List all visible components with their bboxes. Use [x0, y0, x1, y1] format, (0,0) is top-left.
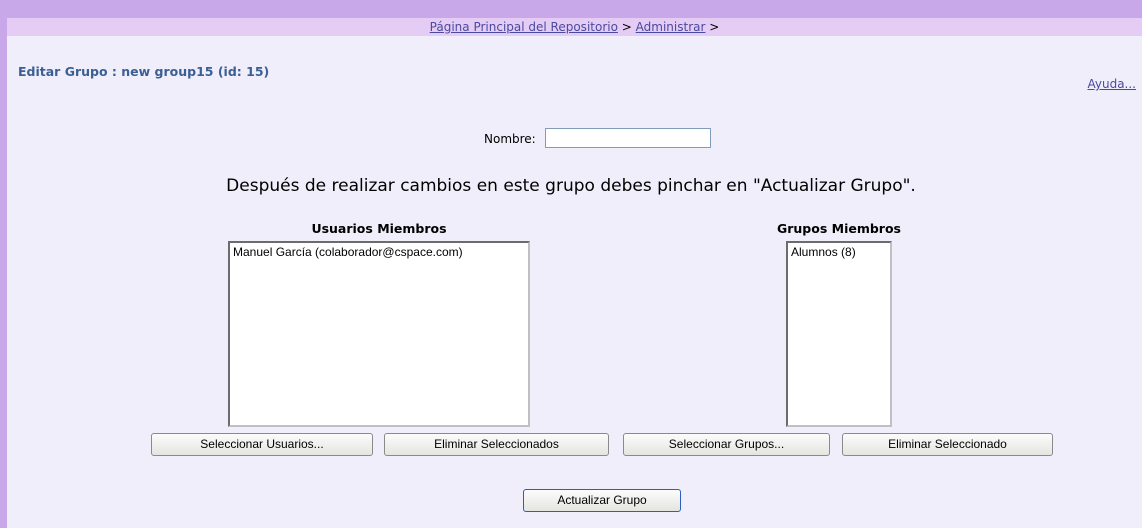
breadcrumb-admin-link[interactable]: Administrar [636, 20, 706, 34]
breadcrumb: Página Principal del Repositorio > Admin… [7, 18, 1142, 36]
breadcrumb-separator: > [621, 20, 632, 34]
breadcrumb-home-link[interactable]: Página Principal del Repositorio [430, 20, 618, 34]
left-frame-border [0, 0, 7, 528]
name-input[interactable] [545, 128, 711, 148]
list-item[interactable]: Manuel García (colaborador@cspace.com) [233, 245, 525, 260]
select-groups-button[interactable]: Seleccionar Grupos... [623, 433, 830, 456]
list-item[interactable]: Alumnos (8) [791, 245, 887, 260]
top-frame-border [0, 0, 1142, 18]
help-link[interactable]: Ayuda... [1087, 77, 1136, 91]
name-label: Nombre: [484, 132, 536, 146]
groups-members-listbox[interactable]: Alumnos (8) [786, 241, 892, 427]
instruction-text: Después de realizar cambios en este grup… [226, 176, 916, 196]
groups-members-title: Grupos Miembros [776, 221, 902, 236]
page-title: Editar Grupo : new group15 (id: 15) [18, 64, 270, 79]
users-members-listbox[interactable]: Manuel García (colaborador@cspace.com) [228, 241, 530, 427]
remove-selected-group-button[interactable]: Eliminar Seleccionado [842, 433, 1053, 456]
select-users-button[interactable]: Seleccionar Usuarios... [151, 433, 373, 456]
update-group-button[interactable]: Actualizar Grupo [523, 489, 681, 512]
breadcrumb-separator: > [709, 20, 720, 34]
remove-selected-users-button[interactable]: Eliminar Seleccionados [384, 433, 609, 456]
users-members-title: Usuarios Miembros [311, 221, 447, 236]
